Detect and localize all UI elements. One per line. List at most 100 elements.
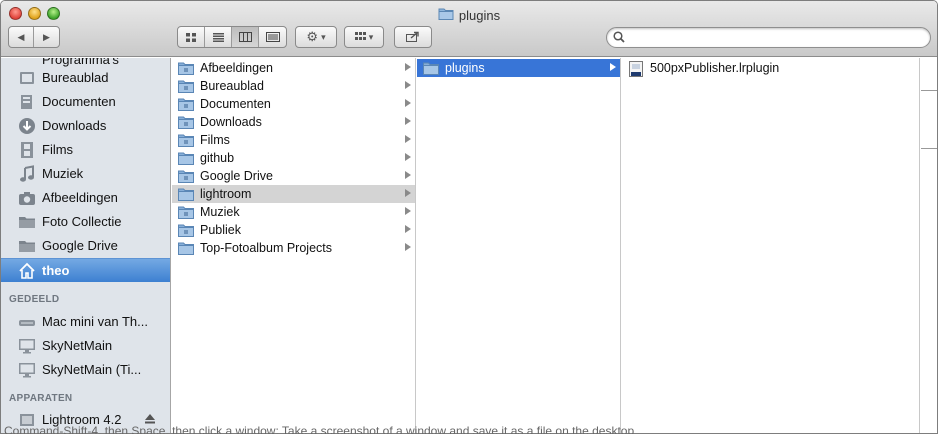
- disclosure-arrow-icon: [405, 63, 411, 71]
- sidebar-item-google-drive[interactable]: Google Drive: [1, 234, 170, 258]
- disclosure-arrow-icon: [405, 243, 411, 251]
- sidebar-item-documenten[interactable]: Documenten: [1, 90, 170, 114]
- coverflow-icon: [265, 30, 280, 45]
- column-2-item[interactable]: plugins: [417, 59, 620, 77]
- search-field[interactable]: [606, 27, 931, 48]
- desktop-folder-icon: [178, 79, 194, 93]
- sidebar-item-label: Afbeeldingen: [42, 190, 118, 205]
- sidebar-item-label: Mac mini van Th...: [42, 314, 148, 329]
- column-1-item[interactable]: Bureaublad: [172, 77, 415, 95]
- icon-view-button[interactable]: [178, 27, 205, 47]
- item-label: Muziek: [200, 205, 240, 219]
- sidebar-item-foto-collectie[interactable]: Foto Collectie: [1, 210, 170, 234]
- downloads-folder-icon: [178, 115, 194, 129]
- column-3-item[interactable]: 500pxPublisher.lrplugin: [622, 59, 919, 77]
- column-1-item[interactable]: lightroom: [172, 185, 415, 203]
- gear-icon: ⚙: [306, 29, 319, 44]
- column-1-item[interactable]: Publiek: [172, 221, 415, 239]
- item-label: Downloads: [200, 115, 262, 129]
- chevron-down-icon: ▾: [321, 31, 326, 42]
- sidebar-item-label: Foto Collectie: [42, 214, 122, 229]
- background-window-text: Command-Shift-4, then Space, then click …: [4, 425, 635, 434]
- column-1-item[interactable]: Films: [172, 131, 415, 149]
- sidebar-item-downloads[interactable]: Downloads: [1, 114, 170, 138]
- column-1-item[interactable]: Top-Fotoalbum Projects: [172, 239, 415, 257]
- list-view-button[interactable]: [205, 27, 232, 47]
- icon-grid-icon: [185, 30, 197, 45]
- folder-icon: [178, 151, 194, 165]
- share-button[interactable]: [394, 26, 432, 48]
- sidebar-item-mac-mini[interactable]: Mac mini van Th...: [1, 310, 170, 334]
- sidebar-item-skynetmain[interactable]: SkyNetMain: [1, 334, 170, 358]
- sidebar-item-skynetmain-time[interactable]: SkyNetMain (Ti...: [1, 358, 170, 382]
- disclosure-arrow-icon: [610, 63, 616, 71]
- documents-icon: [18, 93, 36, 111]
- sidebar-item-label: Films: [42, 142, 74, 157]
- item-label: Documenten: [200, 97, 271, 111]
- camera-icon: [18, 189, 36, 207]
- documents-folder-icon: [178, 97, 194, 111]
- drive-folder-icon: [178, 169, 194, 183]
- item-label: Bureaublad: [200, 79, 264, 93]
- folder-icon: [178, 187, 194, 201]
- disclosure-arrow-icon: [405, 189, 411, 197]
- column-divider: [921, 148, 937, 149]
- folder-icon: [438, 7, 454, 23]
- coverflow-view-button[interactable]: [259, 27, 286, 47]
- music-folder-icon: [178, 205, 194, 219]
- search-input[interactable]: [629, 30, 924, 45]
- sidebar-item-theo[interactable]: theo: [1, 258, 170, 282]
- window-title-area: plugins: [1, 6, 937, 24]
- sidebar-item-label: SkyNetMain (Ti...: [42, 362, 142, 377]
- item-label: plugins: [445, 61, 485, 75]
- sidebar-section-header-shared: GEDEELD: [9, 294, 60, 305]
- disclosure-arrow-icon: [405, 225, 411, 233]
- sidebar-item-label: theo: [42, 263, 70, 278]
- music-icon: [18, 165, 36, 183]
- toolbar: plugins ◀ ▶ ⚙ ▾ ▾: [1, 1, 937, 57]
- folder-icon: [423, 61, 439, 75]
- sidebar-item-label: Muziek: [42, 166, 84, 181]
- column-1-item[interactable]: github: [172, 149, 415, 167]
- arrange-menu-button[interactable]: ▾: [344, 26, 384, 48]
- sidebar-item-label: Documenten: [42, 94, 116, 109]
- plugin-file-icon: [628, 61, 644, 77]
- column-view-button[interactable]: [232, 27, 259, 47]
- column-1-item[interactable]: Google Drive: [172, 167, 415, 185]
- forward-button[interactable]: ▶: [34, 27, 59, 47]
- chevron-down-icon: ▾: [368, 31, 374, 42]
- back-forward-control: ◀ ▶: [8, 26, 60, 48]
- view-mode-control: [177, 26, 287, 48]
- column-1-item[interactable]: Muziek: [172, 203, 415, 221]
- item-label: Afbeeldingen: [200, 61, 273, 75]
- column-1-item[interactable]: Documenten: [172, 95, 415, 113]
- sidebar-item-label: Google Drive: [42, 238, 118, 253]
- arrange-grid-icon: [354, 32, 366, 42]
- disclosure-arrow-icon: [405, 135, 411, 143]
- mac-mini-icon: [18, 313, 36, 331]
- browser-column-1: Afbeeldingen Bureaublad Documenten Download…: [172, 58, 416, 433]
- disclosure-arrow-icon: [405, 207, 411, 215]
- back-button[interactable]: ◀: [9, 27, 34, 47]
- list-icon: [212, 30, 224, 45]
- sidebar-item-bureaublad[interactable]: Bureaublad: [1, 66, 170, 90]
- sidebar-item-afbeeldingen[interactable]: Afbeeldingen: [1, 186, 170, 210]
- desktop-icon: [18, 69, 36, 87]
- sidebar-item-label: Bureaublad: [42, 70, 109, 85]
- browser-column-3: 500pxPublisher.lrplugin: [622, 58, 920, 433]
- finder-window: plugins ◀ ▶ ⚙ ▾ ▾ Programma's Bureaublad…: [0, 0, 938, 434]
- monitor-icon: [18, 361, 36, 379]
- column-1-item[interactable]: Afbeeldingen: [172, 59, 415, 77]
- column-1-item[interactable]: Downloads: [172, 113, 415, 131]
- action-menu-button[interactable]: ⚙ ▾: [295, 26, 337, 48]
- folder-icon: [18, 237, 36, 255]
- pictures-folder-icon: [178, 61, 194, 75]
- disclosure-arrow-icon: [405, 99, 411, 107]
- sidebar-item-muziek[interactable]: Muziek: [1, 162, 170, 186]
- disclosure-arrow-icon: [405, 171, 411, 179]
- browser-column-4: [921, 58, 937, 433]
- share-icon: [406, 31, 420, 44]
- sidebar-item-films[interactable]: Films: [1, 138, 170, 162]
- item-label: lightroom: [200, 187, 252, 201]
- sidebar: Programma's Bureaublad Documenten Downlo…: [1, 58, 171, 433]
